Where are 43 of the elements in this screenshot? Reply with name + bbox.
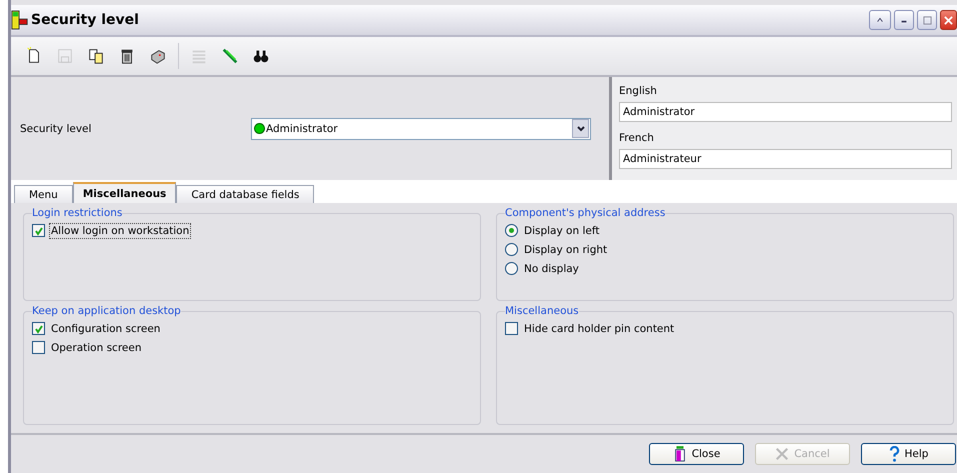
radio-label[interactable]: Display on left	[522, 222, 602, 238]
caret-icon	[876, 16, 884, 24]
close-window-button[interactable]	[940, 10, 957, 30]
radio-label[interactable]: No display	[522, 260, 581, 276]
group-title: Component's physical address	[505, 207, 666, 219]
help-button[interactable]: Help	[861, 443, 956, 465]
language-label: English	[619, 85, 658, 97]
copy-documents-icon	[87, 47, 105, 65]
door-icon	[672, 445, 687, 463]
radio-button[interactable]	[505, 224, 518, 237]
cross-icon	[775, 447, 790, 461]
maximize-button[interactable]	[917, 10, 937, 30]
checkbox[interactable]	[32, 341, 45, 354]
maximize-icon	[922, 16, 932, 24]
field-label: Security level	[20, 122, 92, 134]
question-mark-icon	[888, 446, 900, 462]
tab[interactable]: Menu	[14, 185, 73, 203]
tab[interactable]: Card database fields	[176, 185, 314, 203]
tab[interactable]: Miscellaneous	[72, 182, 176, 203]
close-icon	[944, 16, 953, 24]
rollup-button[interactable]	[869, 10, 891, 30]
checkbox-label[interactable]: Configuration screen	[49, 320, 162, 336]
checkbox-label[interactable]: Operation screen	[49, 340, 144, 356]
radio-button[interactable]	[505, 243, 518, 256]
translation-field[interactable]: Administrator	[619, 102, 952, 122]
window-title: Security level	[31, 12, 139, 28]
radio-button[interactable]	[505, 262, 518, 275]
minimize-button[interactable]	[894, 10, 914, 30]
checkbox-label[interactable]: Hide card holder pin content	[522, 320, 676, 336]
group-title: Login restrictions	[32, 207, 122, 219]
group-title: Keep on application desktop	[32, 305, 181, 317]
checkbox-label[interactable]: Allow login on workstation	[49, 222, 192, 238]
radio-label[interactable]: Display on right	[522, 242, 610, 258]
language-label: French	[619, 132, 655, 144]
toolbar-separator	[178, 43, 179, 69]
group-title: Miscellaneous	[505, 305, 579, 317]
checkbox[interactable]	[32, 322, 45, 335]
translation-field[interactable]: Administrateur	[619, 149, 952, 169]
security-level-dropdown[interactable]: Administrator	[251, 118, 591, 140]
app-icon	[11, 9, 29, 31]
close-button[interactable]: Close	[649, 443, 744, 465]
checkbox[interactable]	[32, 224, 45, 237]
checkbox[interactable]	[505, 322, 518, 335]
